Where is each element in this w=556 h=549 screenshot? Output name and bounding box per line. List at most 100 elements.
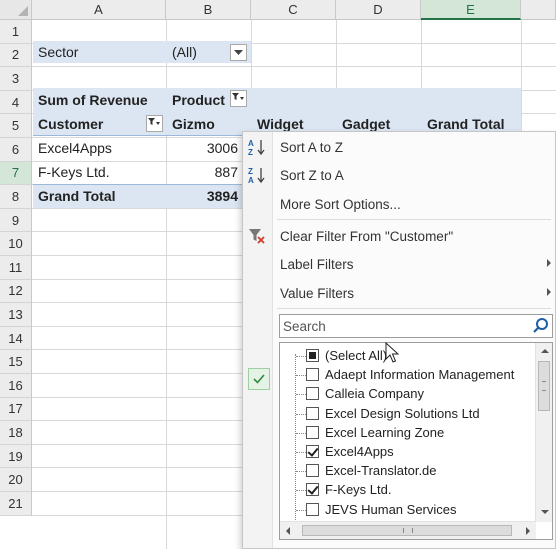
column-header-b[interactable]: B: [166, 0, 251, 20]
row-header-18[interactable]: 18: [0, 421, 32, 445]
mouse-cursor-icon: [385, 342, 400, 363]
column-header-e[interactable]: E: [421, 0, 521, 20]
filter-checkbox[interactable]: [306, 387, 319, 401]
filter-checkbox[interactable]: [306, 368, 319, 382]
filter-value-list: (Select All) Adaept Information Managemen…: [279, 342, 553, 540]
product-filter-dropdown[interactable]: [230, 90, 247, 107]
scroll-thumb[interactable]: [538, 361, 550, 411]
report-filter-value: (All): [172, 44, 197, 60]
filter-checkbox[interactable]: [306, 502, 319, 516]
customer-filter-dropdown[interactable]: [146, 115, 163, 132]
row-label-cell[interactable]: F-Keys Ltd.: [33, 160, 166, 184]
report-filter-dropdown[interactable]: [230, 44, 247, 61]
row-header-15[interactable]: 15: [0, 350, 32, 374]
filter-item-label: Excel Design Solutions Ltd: [325, 405, 480, 421]
row-header-11[interactable]: 11: [0, 256, 32, 280]
label-filters-item[interactable]: Label Filters: [243, 251, 556, 277]
filter-item-label: Excel-Translator.de: [325, 463, 437, 479]
values-label: Sum of Revenue: [38, 92, 148, 108]
row-label-cell[interactable]: Excel4Apps: [33, 136, 166, 160]
sort-descending-item[interactable]: Z A Sort Z to A: [243, 162, 556, 188]
row-header-8[interactable]: 8: [0, 185, 32, 209]
row-header-4[interactable]: 4: [0, 90, 32, 115]
filter-checkbox[interactable]: [306, 349, 319, 362]
search-box[interactable]: [279, 314, 553, 338]
filter-list-item[interactable]: Excel Design Solutions Ltd: [280, 404, 536, 423]
svg-text:A: A: [248, 176, 254, 184]
filter-dropdown-menu: A Z Sort A to Z Z A Sort Z to A More Sor…: [242, 131, 556, 549]
filter-item-label: JEVS Human Services: [325, 501, 457, 517]
row-header-5[interactable]: 5: [0, 114, 32, 138]
column-header-c[interactable]: C: [251, 0, 336, 20]
filter-checkbox[interactable]: [306, 406, 319, 420]
select-all-corner[interactable]: [0, 0, 32, 20]
scroll-down-icon[interactable]: [541, 510, 549, 514]
menu-item-label: Sort A to Z: [280, 139, 344, 155]
filter-list-item[interactable]: Adaept Information Management: [280, 365, 536, 384]
filter-checkbox[interactable]: [306, 425, 319, 439]
row-header-1[interactable]: 1: [0, 20, 32, 44]
clear-filter-icon: [249, 229, 265, 244]
row-header-13[interactable]: 13: [0, 303, 32, 327]
row-header-14[interactable]: 14: [0, 326, 32, 351]
value-cell[interactable]: 887: [167, 160, 243, 184]
filter-list-item[interactable]: Calleia Company: [280, 384, 536, 403]
filter-item-label: (Select All): [325, 348, 388, 363]
spreadsheet: A B C D E 1 2 3 4 5 6 7 8 9 10 11 12 13 14 15 16 17 18 19 2…: [0, 0, 556, 549]
horizontal-scrollbar[interactable]: [280, 521, 536, 539]
filter-item-label: F-Keys Ltd.: [325, 482, 392, 498]
row-header-7[interactable]: 7: [0, 161, 32, 186]
row-header-2[interactable]: 2: [0, 43, 32, 68]
column-header-f[interactable]: [521, 0, 556, 20]
filter-list-item[interactable]: Excel Learning Zone: [280, 423, 536, 442]
row-header-12[interactable]: 12: [0, 279, 32, 304]
column-header-a[interactable]: A: [32, 0, 166, 20]
column-header-d[interactable]: D: [336, 0, 421, 20]
vertical-scrollbar[interactable]: [535, 343, 552, 522]
menu-item-label: Value Filters: [280, 285, 355, 301]
gridline: [32, 66, 556, 68]
row-header-10[interactable]: 10: [0, 232, 32, 256]
svg-text:Z: Z: [248, 148, 253, 156]
row-header-9[interactable]: 9: [0, 208, 32, 233]
search-icon[interactable]: [532, 317, 550, 335]
filter-active-icon: [232, 93, 244, 100]
scroll-right-icon[interactable]: [526, 527, 530, 535]
chevron-down-icon: [234, 49, 243, 55]
row-header-21[interactable]: 21: [0, 492, 32, 516]
row-header-3[interactable]: 3: [0, 67, 32, 91]
clear-filter-item[interactable]: Clear Filter From "Customer": [243, 223, 556, 249]
value-filters-item[interactable]: Value Filters: [243, 280, 556, 306]
row-header-19[interactable]: 19: [0, 444, 32, 469]
scroll-up-icon[interactable]: [541, 349, 549, 353]
row-header-6[interactable]: 6: [0, 138, 32, 162]
svg-text:Z: Z: [248, 167, 253, 176]
row-header-20[interactable]: 20: [0, 468, 32, 492]
filter-list-item[interactable]: Excel-Translator.de: [280, 461, 536, 480]
filter-checkbox[interactable]: [306, 445, 319, 458]
scroll-left-icon[interactable]: [286, 527, 290, 535]
column-labels-header: Product: [172, 92, 225, 108]
row-header-17[interactable]: 17: [0, 397, 32, 422]
row-field-header: Customer: [38, 116, 104, 132]
filter-checkbox[interactable]: [306, 464, 319, 478]
filter-item-label: Calleia Company: [325, 386, 424, 402]
filter-list-item[interactable]: F-Keys Ltd.: [280, 480, 536, 499]
grand-total-gizmo[interactable]: 3894: [167, 184, 243, 208]
grand-total-label[interactable]: Grand Total: [33, 184, 166, 208]
sort-ascending-item[interactable]: A Z Sort A to Z: [243, 134, 556, 160]
filter-list-item[interactable]: (Select All): [280, 346, 536, 365]
row-header-16[interactable]: 16: [0, 374, 32, 398]
filter-checkbox[interactable]: [306, 483, 319, 497]
search-input[interactable]: [280, 315, 520, 337]
filter-active-icon: [148, 118, 160, 125]
value-cell[interactable]: 3006: [167, 136, 243, 160]
more-sort-options-item[interactable]: More Sort Options...: [243, 191, 556, 217]
filter-list-item[interactable]: Excel4Apps: [280, 442, 536, 461]
sort-descending-icon: Z A: [248, 167, 265, 184]
menu-item-label: Sort Z to A: [280, 167, 344, 183]
filter-list-item[interactable]: JEVS Human Services: [280, 500, 536, 519]
scroll-thumb[interactable]: [302, 525, 512, 536]
submenu-arrow-icon: [547, 288, 551, 296]
submenu-arrow-icon: [547, 259, 551, 267]
